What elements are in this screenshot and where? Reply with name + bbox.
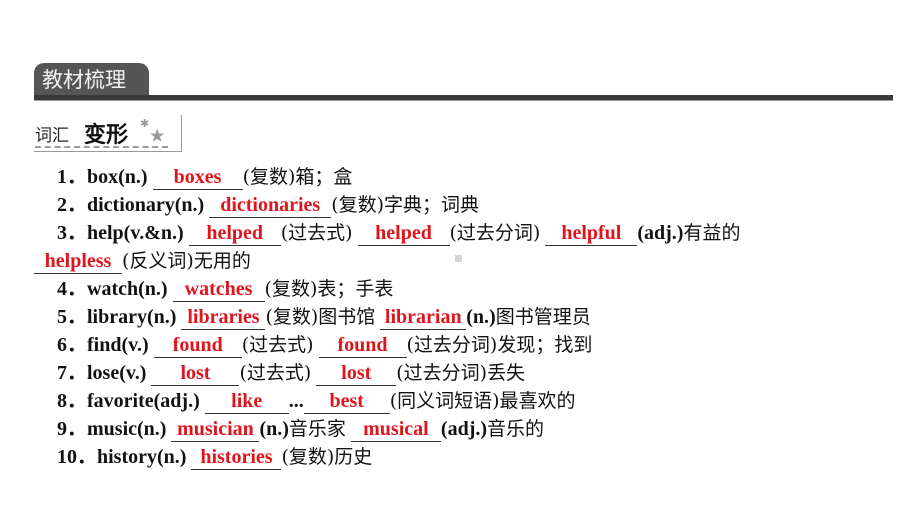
tab-title: 教材梳理 — [42, 68, 126, 92]
item-number: 8． — [57, 390, 87, 412]
gloss-text: 图书管理员 — [495, 306, 591, 328]
gloss-text: 音乐家 — [288, 418, 346, 440]
item-word: watch(n.) — [87, 278, 173, 300]
vocab-item: 5．library(n.) libraries (复数)图书馆 librarian… — [57, 304, 591, 330]
item-word: lose(v.) — [87, 362, 152, 384]
item-word: history(n.) — [97, 446, 192, 468]
answer-blank[interactable]: lost — [151, 363, 240, 386]
gloss-text: (复数)图书馆 — [265, 306, 376, 328]
answer-blank[interactable]: musician — [171, 419, 260, 442]
part-of-speech: (adj.) — [637, 222, 684, 244]
gloss-text: (过去分词)发现；找到 — [406, 334, 593, 356]
item-number: 9． — [57, 418, 87, 440]
vocab-item: 1．box(n.) boxes (复数)箱；盒 — [57, 164, 352, 190]
section-tab: 教材梳理 — [34, 63, 149, 97]
gloss-text: (反义词)无用的 — [122, 250, 251, 272]
gloss-text: (过去式) — [241, 334, 314, 356]
gloss-text: (复数)历史 — [281, 446, 373, 468]
header-divider — [34, 95, 893, 101]
gloss-text: 有益的 — [683, 222, 741, 244]
item-number: 10． — [57, 446, 97, 468]
answer-blank[interactable]: boxes — [152, 167, 243, 190]
gloss-text: (复数)字典；词典 — [331, 194, 480, 216]
item-number: 2． — [57, 194, 87, 216]
answer-blank[interactable]: best — [303, 391, 390, 414]
vocab-item: 7．lose(v.) lost (过去式) lost (过去分词)丢失 — [57, 360, 525, 386]
answer-blank[interactable]: found — [318, 335, 407, 358]
item-word: favorite(adj.) — [87, 390, 205, 412]
subsection-title: 变形 — [84, 123, 129, 148]
star-icon: ✱ ★ — [140, 118, 165, 145]
item-number: 4． — [57, 278, 87, 300]
part-of-speech: ... — [288, 390, 304, 412]
placeholder-marker — [455, 255, 462, 262]
vocab-item: 4．watch(n.) watches (复数)表；手表 — [57, 276, 393, 302]
item-word: find(v.) — [87, 334, 154, 356]
subsection-label: 词汇 变形 ✱ ★ — [34, 115, 182, 152]
vocab-item: 9．music(n.) musician (n.)音乐家 musical (adj.… — [57, 416, 544, 442]
answer-blank[interactable]: found — [153, 335, 242, 358]
dashed-underline — [35, 146, 168, 148]
item-word: help(v.&n.) — [87, 222, 189, 244]
item-number: 6． — [57, 334, 87, 356]
item-word: box(n.) — [87, 166, 153, 188]
item-number: 7． — [57, 362, 87, 384]
answer-blank[interactable]: librarian — [380, 307, 467, 330]
item-number: 1． — [57, 166, 87, 188]
answer-blank[interactable]: helpless — [34, 251, 122, 274]
answer-blank[interactable]: helped — [357, 223, 450, 246]
vocab-item: 10．history(n.) histories (复数)历史 — [57, 444, 372, 470]
answer-blank[interactable]: watches — [172, 279, 265, 302]
item-word: dictionary(n.) — [87, 194, 210, 216]
gloss-text: (过去式) — [239, 362, 312, 384]
gloss-text: (过去分词)丢失 — [396, 362, 526, 384]
part-of-speech: (n.) — [466, 306, 496, 328]
answer-blank[interactable]: musical — [350, 419, 441, 442]
item-number: 5． — [57, 306, 87, 328]
answer-blank[interactable]: helpful — [545, 223, 638, 246]
gloss-text: (同义词短语)最喜欢的 — [389, 390, 576, 412]
vocab-item: helpless (反义词)无用的 — [34, 248, 251, 274]
answer-blank[interactable]: like — [204, 391, 289, 414]
item-word: library(n.) — [87, 306, 182, 328]
answer-blank[interactable]: helped — [188, 223, 281, 246]
gloss-text: (复数)表；手表 — [264, 278, 394, 300]
gloss-text: (复数)箱；盒 — [242, 166, 353, 188]
part-of-speech: (n.) — [259, 418, 289, 440]
answer-blank[interactable]: libraries — [181, 307, 266, 330]
answer-blank[interactable]: dictionaries — [209, 195, 332, 218]
item-word: music(n.) — [87, 418, 172, 440]
answer-blank[interactable]: histories — [191, 447, 282, 470]
vocab-item: 8．favorite(adj.) like... best (同义词短语)最喜欢的 — [57, 388, 576, 414]
vocab-item: 6．find(v.) found (过去式) found (过去分词)发现；找到 — [57, 332, 592, 358]
part-of-speech: (adj.) — [440, 418, 488, 440]
item-number: 3． — [57, 222, 87, 244]
gloss-text: 音乐的 — [487, 418, 545, 440]
answer-blank[interactable]: lost — [316, 363, 397, 386]
gloss-text: (过去式) — [280, 222, 353, 244]
subsection-prefix: 词汇 — [35, 126, 69, 146]
gloss-text: (过去分词) — [449, 222, 541, 244]
vocab-item: 2．dictionary(n.) dictionaries (复数)字典；词典 — [57, 192, 479, 218]
vocab-item: 3．help(v.&n.) helped (过去式) helped (过去分词) h… — [57, 220, 740, 246]
